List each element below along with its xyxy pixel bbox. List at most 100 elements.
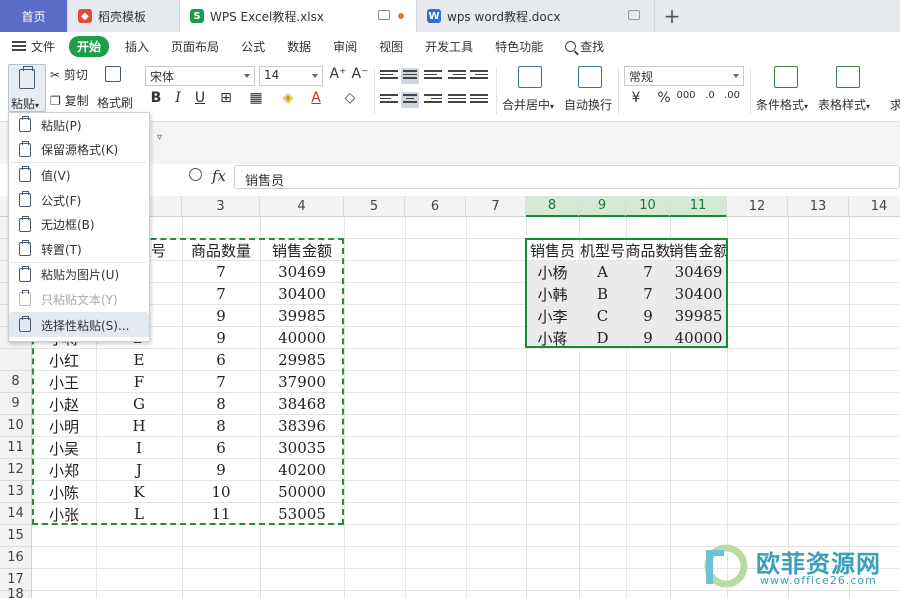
zoom-icon[interactable]	[189, 168, 202, 181]
table-cell[interactable]: A	[579, 261, 626, 283]
table-cell[interactable]: 小红	[32, 349, 96, 371]
number-format-select[interactable]: 常规	[624, 66, 744, 86]
formula-input[interactable]: 销售员	[234, 165, 900, 189]
tab-home[interactable]: 首页	[0, 0, 68, 32]
table-cell[interactable]: 小郑	[32, 459, 96, 481]
tab-docer-templates[interactable]: ◆ 稻壳模板	[68, 0, 180, 32]
menu-developer[interactable]: 开发工具	[425, 38, 473, 55]
table-cell[interactable]: 29985	[260, 349, 344, 371]
conditional-format-button[interactable]: 条件格式▾	[756, 64, 814, 116]
table-cell[interactable]: B	[579, 283, 626, 305]
menu-insert[interactable]: 插入	[125, 38, 149, 55]
wrap-text-button[interactable]: 自动换行	[564, 64, 616, 116]
table-cell[interactable]: J	[96, 459, 182, 481]
table-cell[interactable]: 53005	[260, 503, 344, 525]
increase-decimal-icon[interactable]: .0	[700, 90, 720, 101]
table-cell[interactable]: L	[96, 503, 182, 525]
increase-font-icon[interactable]: A⁺	[328, 66, 348, 82]
keep-source-format-option[interactable]: 保留源格式(K)	[9, 138, 149, 163]
column-header[interactable]: 11	[670, 196, 727, 217]
paste-no-border-option[interactable]: 无边框(B)	[9, 212, 149, 237]
percent-icon[interactable]: %	[654, 90, 674, 106]
table-cell[interactable]: 38396	[260, 415, 344, 437]
align-left-icon[interactable]	[380, 92, 398, 108]
row-header[interactable]: 15	[0, 525, 32, 547]
thousands-icon[interactable]: 000	[676, 90, 696, 101]
file-menu[interactable]: 文件	[12, 38, 55, 55]
table-cell[interactable]: 7	[626, 261, 670, 283]
table-cell[interactable]: 30469	[670, 261, 727, 283]
italic-button[interactable]: I	[168, 90, 188, 106]
table-cell[interactable]: 10	[182, 481, 260, 503]
table-cell[interactable]: 7	[182, 261, 260, 283]
row-header[interactable]: 12	[0, 459, 32, 481]
table-cell[interactable]: 6	[182, 349, 260, 371]
menu-search[interactable]: 查找	[565, 38, 604, 55]
align-middle-icon[interactable]	[401, 68, 419, 84]
font-size-select[interactable]: 14	[259, 66, 323, 86]
table-style-button[interactable]: 表格样式▾	[818, 64, 876, 116]
table-cell[interactable]: F	[96, 371, 182, 393]
table-cell[interactable]: 39985	[670, 305, 727, 327]
column-header[interactable]: 6	[405, 196, 466, 217]
table-cell[interactable]: 40000	[260, 327, 344, 349]
table-cell[interactable]: E	[96, 349, 182, 371]
table-header-cell[interactable]: 商品数	[626, 239, 670, 261]
table-cell[interactable]: 8	[182, 415, 260, 437]
menu-view[interactable]: 视图	[379, 38, 403, 55]
fx-button[interactable]: fx	[212, 167, 226, 185]
menu-review[interactable]: 审阅	[333, 38, 357, 55]
bold-button[interactable]: B	[146, 90, 166, 106]
font-color-button[interactable]: A	[306, 90, 326, 106]
cell-style-icon[interactable]: ▦	[246, 90, 266, 106]
table-cell[interactable]: G	[96, 393, 182, 415]
table-cell[interactable]: 小张	[32, 503, 96, 525]
table-cell[interactable]: 38468	[260, 393, 344, 415]
new-tab-plus-icon[interactable]: +	[655, 0, 689, 32]
column-header[interactable]: 5	[344, 196, 405, 217]
monitor-icon[interactable]	[628, 10, 640, 20]
table-cell[interactable]: 小吴	[32, 437, 96, 459]
paste-button[interactable]: 粘贴▾	[8, 64, 46, 112]
monitor-icon[interactable]	[378, 10, 390, 20]
table-header-cell[interactable]: 机型号	[579, 239, 626, 261]
decrease-font-icon[interactable]: A⁻	[350, 66, 370, 82]
column-header[interactable]: 12	[727, 196, 788, 217]
row-header[interactable]: 8	[0, 371, 32, 393]
table-cell[interactable]: 30400	[670, 283, 727, 305]
table-cell[interactable]: 9	[182, 459, 260, 481]
quick-access-dropdown-icon[interactable]: ▿	[157, 132, 162, 143]
table-cell[interactable]: 7	[626, 283, 670, 305]
row-header[interactable]: 13	[0, 481, 32, 503]
paste-as-picture-option[interactable]: 粘贴为图片(U)	[9, 263, 149, 288]
paste-values-option[interactable]: 值(V)	[9, 163, 149, 188]
column-header[interactable]: 10	[626, 196, 670, 217]
border-icon[interactable]: ⊞	[216, 90, 236, 106]
table-cell[interactable]: 37900	[260, 371, 344, 393]
column-header[interactable]: 14	[849, 196, 900, 217]
table-cell[interactable]: 小明	[32, 415, 96, 437]
font-family-select[interactable]: 宋体	[145, 66, 255, 86]
tab-excel-file[interactable]: S WPS Excel教程.xlsx	[180, 0, 417, 32]
table-cell[interactable]: 39985	[260, 305, 344, 327]
distributed-icon[interactable]	[470, 92, 488, 108]
table-cell[interactable]: 小陈	[32, 481, 96, 503]
table-cell[interactable]: 9	[182, 305, 260, 327]
paste-special-option[interactable]: 选择性粘贴(S)...	[9, 312, 149, 338]
table-cell[interactable]: 小韩	[526, 283, 579, 305]
underline-button[interactable]: U	[190, 90, 210, 106]
table-cell[interactable]: C	[579, 305, 626, 327]
menu-data[interactable]: 数据	[287, 38, 311, 55]
column-header[interactable]: 13	[788, 196, 849, 217]
menu-home[interactable]: 开始	[69, 35, 110, 57]
merge-center-button[interactable]: 合并居中▾	[502, 64, 558, 116]
column-header[interactable]: 8	[526, 196, 579, 217]
currency-icon[interactable]: ¥	[626, 90, 646, 106]
table-cell[interactable]: 小赵	[32, 393, 96, 415]
table-cell[interactable]: 7	[182, 283, 260, 305]
table-cell[interactable]: K	[96, 481, 182, 503]
eraser-icon[interactable]: ◇	[340, 90, 360, 106]
column-header[interactable]: 7	[466, 196, 526, 217]
format-painter-button[interactable]: 格式刷	[97, 64, 133, 114]
table-cell[interactable]: 小李	[526, 305, 579, 327]
